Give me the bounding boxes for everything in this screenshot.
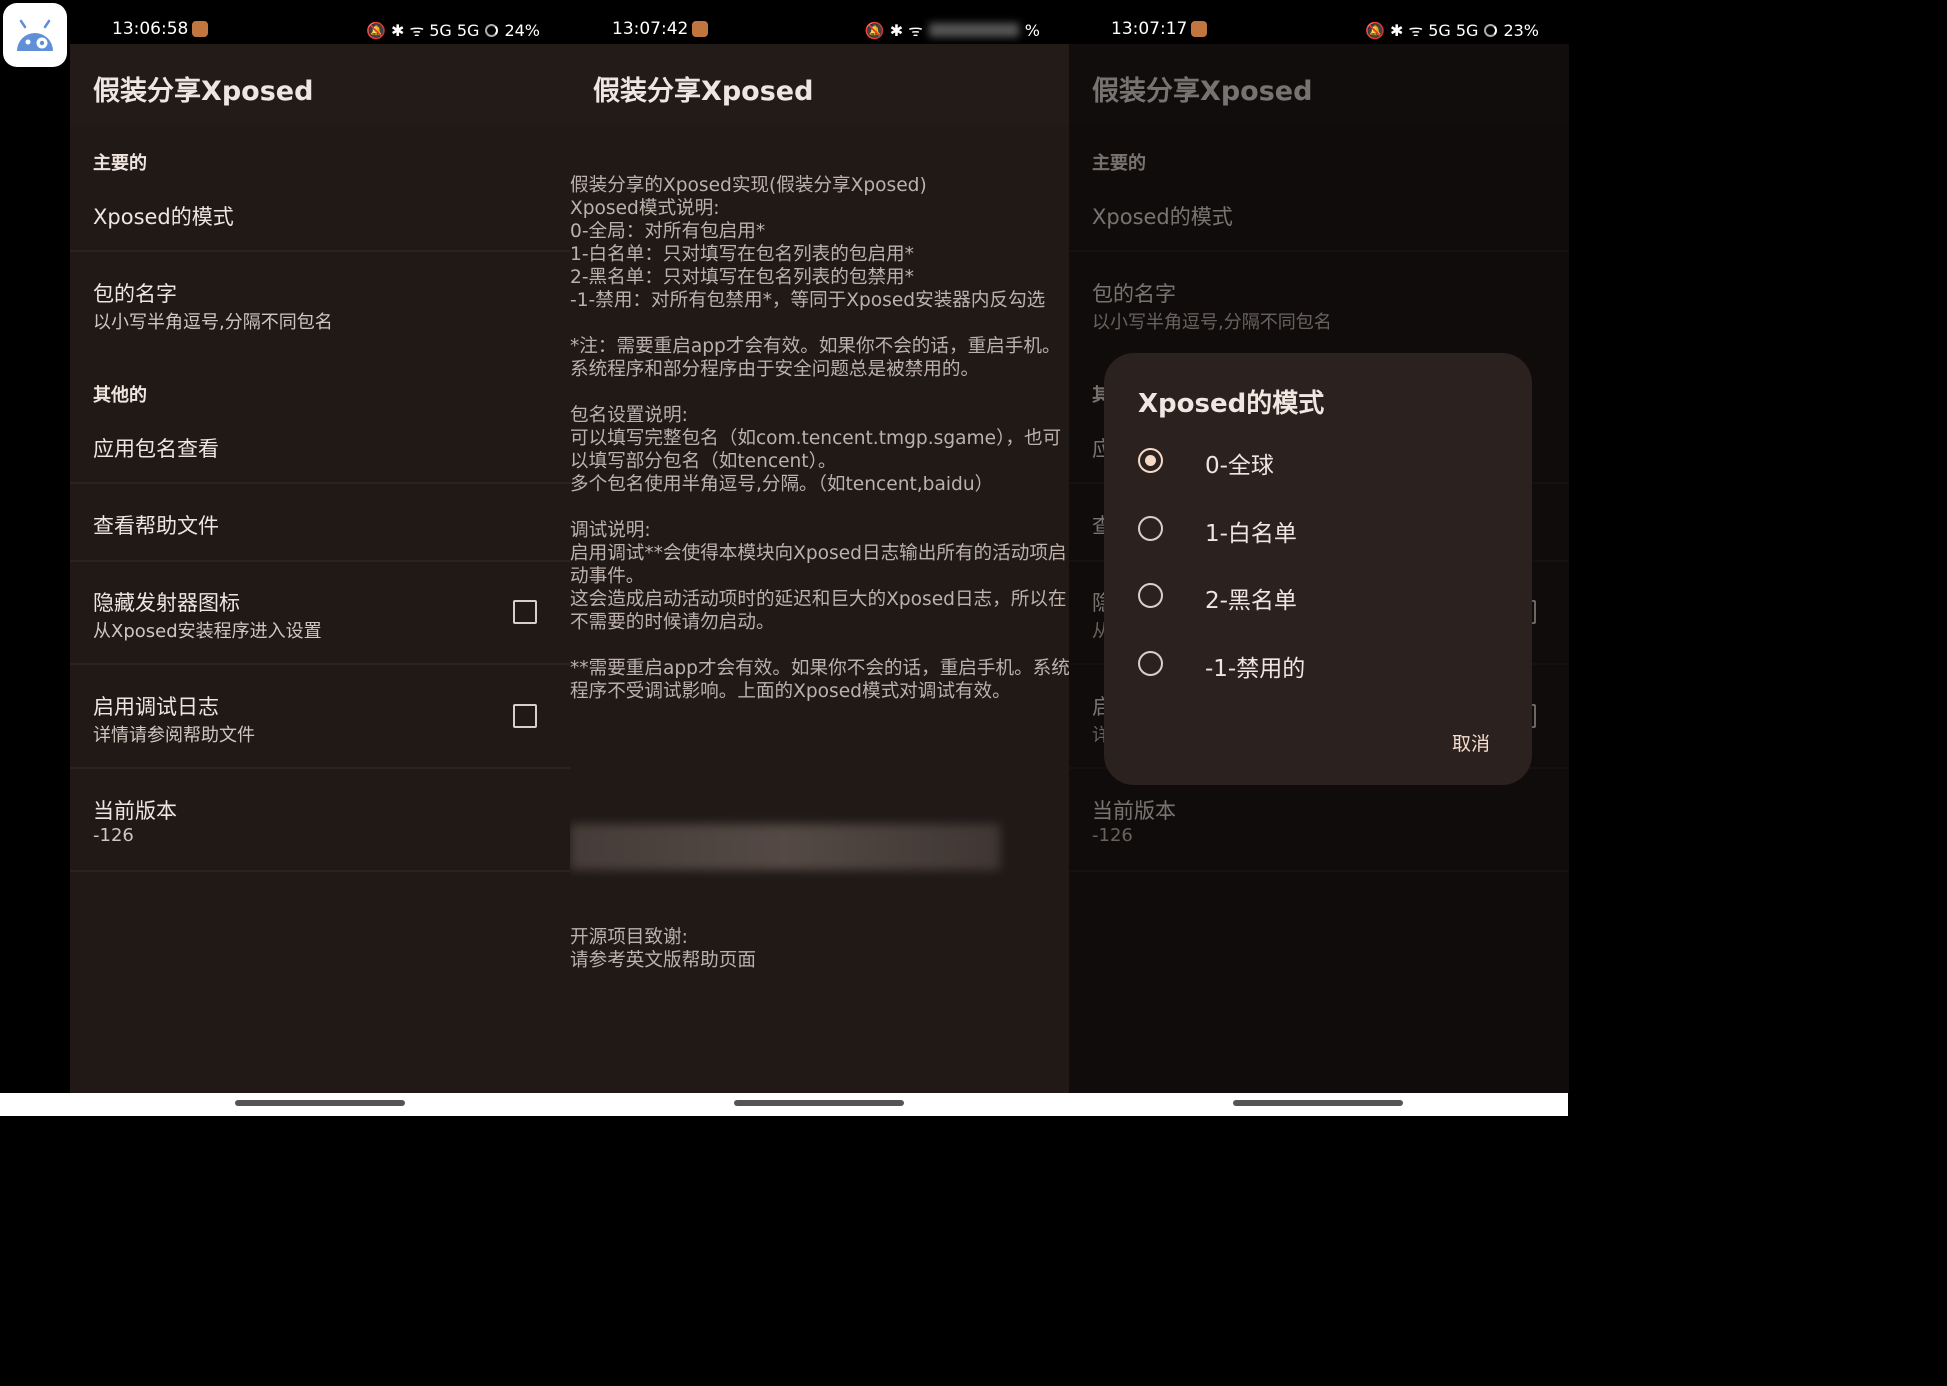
status-time: 13:06:58 [112, 19, 189, 39]
status-icons: 🔕 ✱ ᯤ 5G 5G 23% [1365, 19, 1539, 41]
radio-selected-icon[interactable] [1138, 448, 1163, 473]
notification-icon [1191, 21, 1207, 37]
battery-percent: % [1024, 20, 1040, 40]
redacted-status [928, 23, 1019, 37]
redacted-link [570, 824, 1000, 870]
pref-app-package-view-title: 应用包名查看 [93, 437, 219, 461]
signal-icons: 🔕 ✱ ᯤ 5G 5G [366, 21, 480, 40]
mode-option-label: -1-禁用的 [1205, 656, 1306, 682]
screen-help: 13:07:42 🔕 ✱ ᯤ % 假装分享Xposed 假装分享的Xposed实… [570, 0, 1070, 1093]
mode-dialog: Xposed的模式 0-全球 1-白名单 2-黑名单 -1-禁用的 取消 [1104, 353, 1532, 785]
radio-icon[interactable] [1138, 583, 1163, 608]
notification-icon [692, 21, 708, 37]
dialog-title: Xposed的模式 [1138, 389, 1325, 419]
divider [70, 663, 570, 665]
cancel-button[interactable]: 取消 [1452, 729, 1490, 756]
signal-icons: 🔕 ✱ ᯤ 5G 5G [1365, 21, 1479, 40]
android-settings-icon [17, 19, 53, 51]
pref-debug-log-title: 启用调试日志 [93, 695, 219, 719]
pref-version-summary: -126 [93, 825, 134, 846]
gesture-bar[interactable] [734, 1100, 904, 1106]
pref-debug-log-summary: 详情请参阅帮助文件 [93, 725, 255, 746]
status-bar: 13:06:58 🔕 ✱ ᯤ 5G 5G 24% [70, 0, 570, 44]
pref-help-file-title: 查看帮助文件 [93, 514, 219, 538]
radio-icon[interactable] [1138, 651, 1163, 676]
battery-icon [1484, 23, 1498, 37]
signal-icons: 🔕 ✱ ᯤ [864, 21, 923, 40]
mode-option-label: 0-全球 [1205, 453, 1274, 479]
divider [70, 482, 570, 484]
gesture-bar[interactable] [235, 1100, 405, 1106]
help-text-credits: 开源项目致谢: 请参考英文版帮助页面 [570, 927, 756, 971]
app-title: 假装分享Xposed [593, 76, 814, 107]
divider [70, 870, 570, 872]
status-time: 13:07:17 [1111, 19, 1188, 39]
pref-package-name-title: 包的名字 [93, 282, 177, 306]
mode-option-2[interactable]: 2-黑名单 [1138, 568, 1518, 624]
hide-launcher-checkbox[interactable] [513, 600, 537, 624]
pref-version-title: 当前版本 [93, 799, 177, 823]
help-text-body: 假装分享的Xposed实现(假装分享Xposed) Xposed模式说明: 0-… [570, 175, 1070, 702]
gesture-bar[interactable] [1233, 1100, 1403, 1106]
launcher-app-icon [3, 3, 67, 67]
divider [70, 250, 570, 252]
screen-settings: 13:06:58 🔕 ✱ ᯤ 5G 5G 24% 假装分享Xposed 主要的 … [70, 0, 570, 1093]
pref-hide-launcher-title: 隐藏发射器图标 [93, 591, 240, 615]
category-other: 其他的 [93, 385, 147, 406]
divider [70, 767, 570, 769]
pref-package-name-summary: 以小写半角逗号,分隔不同包名 [93, 312, 333, 333]
battery-percent: 23% [1503, 20, 1539, 40]
mode-option-label: 1-白名单 [1205, 521, 1297, 547]
radio-icon[interactable] [1138, 516, 1163, 541]
mode-option-3[interactable]: -1-禁用的 [1138, 636, 1518, 692]
status-bar: 13:07:42 🔕 ✱ ᯤ % [570, 0, 1070, 44]
app-bar: 假装分享Xposed [570, 44, 1070, 124]
status-time: 13:07:42 [612, 19, 689, 39]
help-content: 假装分享的Xposed实现(假装分享Xposed) Xposed模式说明: 0-… [570, 128, 1070, 1018]
debug-log-checkbox[interactable] [513, 704, 537, 728]
divider [70, 560, 570, 562]
app-bar: 假装分享Xposed [70, 44, 570, 124]
status-icons: 🔕 ✱ ᯤ % [865, 19, 1040, 41]
notification-icon [192, 21, 208, 37]
pref-hide-launcher-summary: 从Xposed安装程序进入设置 [93, 621, 322, 642]
mode-option-1[interactable]: 1-白名单 [1138, 501, 1518, 557]
status-bar: 13:07:17 🔕 ✱ ᯤ 5G 5G 23% [1069, 0, 1569, 44]
pref-mode-title: Xposed的模式 [93, 205, 234, 229]
app-title: 假装分享Xposed [93, 76, 314, 107]
status-icons: 🔕 ✱ ᯤ 5G 5G 24% [366, 19, 540, 41]
category-main: 主要的 [93, 153, 147, 174]
battery-percent: 24% [504, 20, 540, 40]
mode-option-label: 2-黑名单 [1205, 588, 1297, 614]
mode-option-0[interactable]: 0-全球 [1138, 433, 1518, 489]
battery-icon [485, 23, 499, 37]
screen-mode-dialog: 13:07:17 🔕 ✱ ᯤ 5G 5G 23% 假装分享Xposed 主要的 … [1069, 0, 1569, 1093]
